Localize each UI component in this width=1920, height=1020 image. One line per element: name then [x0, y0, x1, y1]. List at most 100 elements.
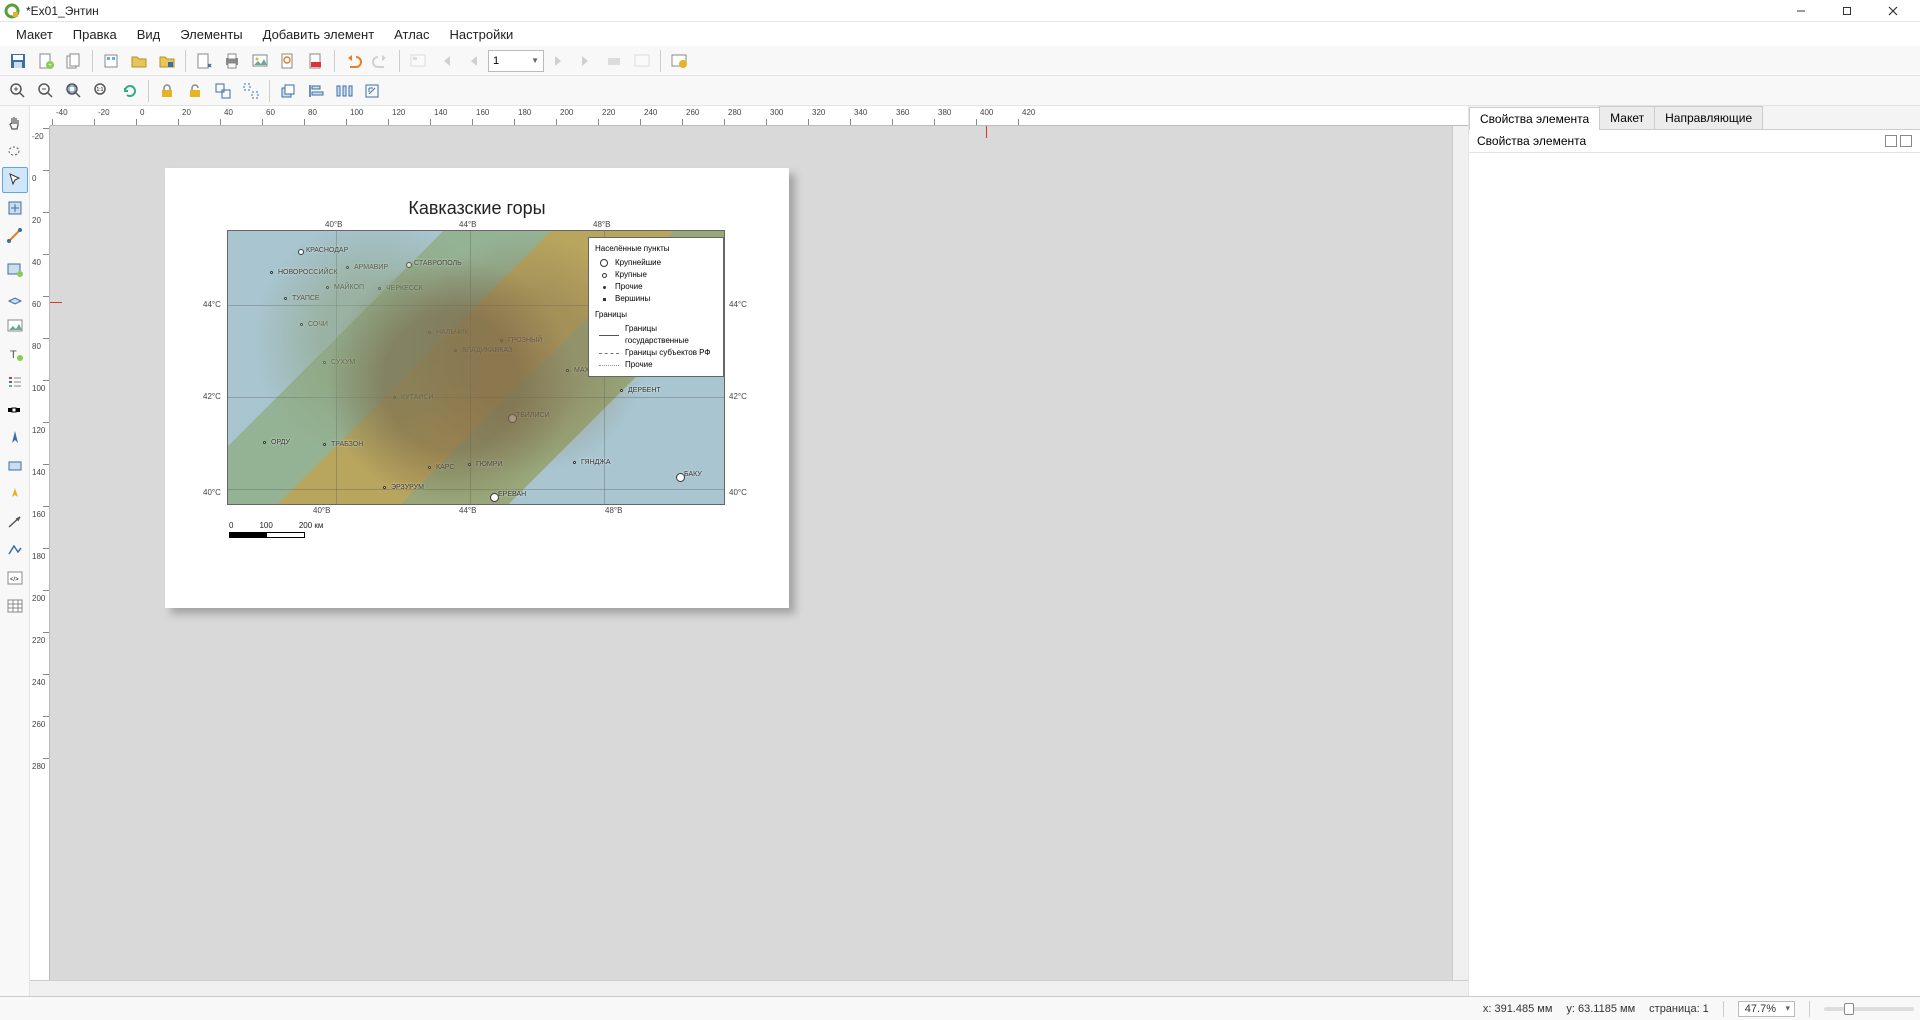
city-marker — [346, 266, 349, 269]
city-marker — [393, 396, 396, 399]
edit-nodes-tool[interactable] — [2, 223, 28, 249]
save-template-button[interactable] — [154, 48, 180, 74]
svg-text:T: T — [10, 349, 17, 361]
city-label: ГРОЗНЫЙ — [508, 337, 542, 344]
layout-page[interactable]: Кавказские горы 40°В 44°В 48°В 40°В 44°В… — [165, 168, 789, 608]
zoom-in-button[interactable] — [5, 78, 31, 104]
export-pdf-button[interactable] — [303, 48, 329, 74]
menu-edit[interactable]: Правка — [63, 24, 127, 45]
menu-additem[interactable]: Добавить элемент — [253, 24, 385, 45]
add-table-tool[interactable] — [2, 593, 28, 619]
select-tool[interactable] — [2, 167, 28, 193]
zoom-slider[interactable] — [1824, 1007, 1914, 1011]
unlock-items-button[interactable] — [182, 78, 208, 104]
zoom-out-button[interactable] — [33, 78, 59, 104]
coord-right: 40°С — [729, 488, 747, 497]
city-marker — [468, 463, 471, 466]
add-3dmap-tool[interactable] — [2, 285, 28, 311]
atlas-next-button[interactable] — [545, 48, 571, 74]
ruler-vertical[interactable]: -200204060801001201401601802002202402602… — [30, 126, 50, 980]
add-picture-tool[interactable] — [2, 313, 28, 339]
atlas-page-combo[interactable]: 1▼ — [488, 50, 544, 72]
guide-line[interactable] — [986, 126, 987, 138]
lock-items-button[interactable] — [154, 78, 180, 104]
atlas-print-button[interactable] — [601, 48, 627, 74]
pan-tool[interactable] — [2, 111, 28, 137]
export-svg-button[interactable] — [275, 48, 301, 74]
legend-title: Границы — [595, 309, 717, 321]
layout-manager-button[interactable] — [98, 48, 124, 74]
menu-view[interactable]: Вид — [127, 24, 171, 45]
duplicate-layout-button[interactable] — [61, 48, 87, 74]
legend-box[interactable]: Населённые пункты Крупнейшие Крупные Про… — [588, 237, 724, 377]
city-marker — [490, 493, 499, 502]
redo-button[interactable] — [368, 48, 394, 74]
ruler-horizontal[interactable]: -40-200204060801001201401601802002202402… — [50, 106, 1468, 126]
add-from-template-button[interactable] — [191, 48, 217, 74]
city-label: КУТАИСИ — [401, 394, 433, 401]
atlas-export-button[interactable] — [629, 48, 655, 74]
ungroup-button[interactable] — [238, 78, 264, 104]
menu-settings[interactable]: Настройки — [440, 24, 524, 45]
add-node-tool[interactable] — [2, 537, 28, 563]
zoom-full-button[interactable] — [61, 78, 87, 104]
atlas-preview-button[interactable] — [405, 48, 431, 74]
atlas-first-button[interactable] — [433, 48, 459, 74]
add-html-tool[interactable]: </> — [2, 565, 28, 591]
status-page: страница: 1 — [1649, 1003, 1709, 1015]
scalebar[interactable]: 0 100 200 км — [229, 521, 323, 538]
city-label: НАЛЬЧИК — [436, 329, 468, 336]
move-content-tool[interactable] — [2, 195, 28, 221]
save-project-button[interactable] — [5, 48, 31, 74]
undock-icon[interactable] — [1885, 135, 1897, 147]
horizontal-scrollbar[interactable] — [30, 980, 1468, 996]
zoom-combo[interactable]: 47.7% — [1738, 1001, 1795, 1017]
city-label: ТУАПСЕ — [292, 295, 320, 302]
add-arrow-tool[interactable] — [2, 509, 28, 535]
legend-title: Населённые пункты — [595, 243, 717, 255]
close-panel-icon[interactable] — [1900, 135, 1912, 147]
export-image-button[interactable] — [247, 48, 273, 74]
raise-button[interactable] — [275, 78, 301, 104]
legend-item: Границы субъектов РФ — [625, 347, 711, 359]
add-legend-tool[interactable] — [2, 369, 28, 395]
zoom-tool[interactable] — [2, 139, 28, 165]
distribute-button[interactable] — [331, 78, 357, 104]
guide-marker[interactable] — [50, 302, 62, 303]
align-button[interactable] — [303, 78, 329, 104]
atlas-prev-button[interactable] — [461, 48, 487, 74]
atlas-last-button[interactable] — [573, 48, 599, 74]
tab-guides[interactable]: Направляющие — [1654, 106, 1763, 129]
minimize-button[interactable] — [1778, 0, 1824, 22]
group-button[interactable] — [210, 78, 236, 104]
map-frame[interactable]: КРАСНОДАРНОВОРОССИЙСКАРМАВИРСТАВРОПОЛЬЧЕ… — [227, 230, 725, 505]
menu-items[interactable]: Элементы — [170, 24, 252, 45]
qgis-icon — [4, 3, 20, 19]
zoom-100-button[interactable]: 1:1 — [89, 78, 115, 104]
tab-layout[interactable]: Макет — [1599, 106, 1655, 129]
city-marker — [323, 443, 326, 446]
add-scalebar-tool[interactable] — [2, 397, 28, 423]
open-template-button[interactable] — [126, 48, 152, 74]
add-marker-tool[interactable] — [2, 481, 28, 507]
city-label: ГЯНДЖА — [581, 459, 611, 466]
menu-atlas[interactable]: Атлас — [384, 24, 439, 45]
add-map-tool[interactable] — [2, 257, 28, 283]
add-northarrow-tool[interactable] — [2, 425, 28, 451]
atlas-settings-button[interactable] — [666, 48, 692, 74]
maximize-button[interactable] — [1824, 0, 1870, 22]
add-label-tool[interactable]: T — [2, 341, 28, 367]
city-marker — [573, 461, 576, 464]
layout-canvas[interactable]: Кавказские горы 40°В 44°В 48°В 40°В 44°В… — [50, 126, 1452, 980]
close-button[interactable] — [1870, 0, 1916, 22]
new-layout-button[interactable]: + — [33, 48, 59, 74]
undo-button[interactable] — [340, 48, 366, 74]
print-button[interactable] — [219, 48, 245, 74]
vertical-scrollbar[interactable] — [1452, 126, 1468, 980]
resize-button[interactable] — [359, 78, 385, 104]
menu-layout[interactable]: Макет — [6, 24, 63, 45]
refresh-button[interactable] — [117, 78, 143, 104]
tab-item-properties[interactable]: Свойства элемента — [1469, 107, 1600, 130]
zoom-slider-thumb[interactable] — [1844, 1003, 1854, 1015]
add-shape-tool[interactable] — [2, 453, 28, 479]
